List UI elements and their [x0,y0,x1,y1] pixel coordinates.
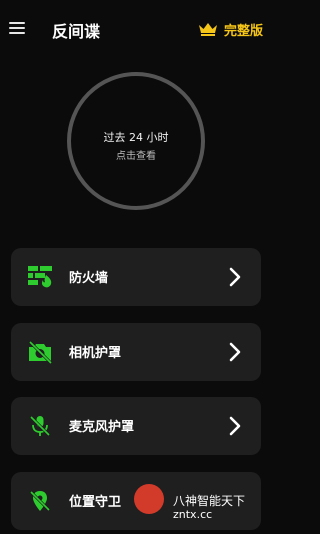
crown-icon [198,23,217,36]
firewall-icon [28,266,52,288]
watermark-url: zntx.cc [173,508,213,521]
menu-icon[interactable] [9,22,25,34]
watermark-logo [127,477,171,521]
app-title: 反间谍 [52,22,101,41]
site-watermark: 八神智能天下 zntx.cc [127,477,266,534]
activity-summary-circle[interactable]: 过去 24 小时 点击查看 [67,72,205,210]
summary-hint: 点击查看 [116,151,156,162]
firewall-label: 防火墙 [69,271,109,286]
chevron-right-icon [229,342,241,362]
camera-shield-label: 相机护罩 [69,346,122,361]
chevron-right-icon [229,416,241,436]
camera-off-icon [28,340,53,364]
premium-button[interactable]: 完整版 [198,18,263,40]
camera-shield-card[interactable]: 相机护罩 [11,323,261,381]
chevron-right-icon [229,267,241,287]
mic-off-icon [29,415,51,437]
watermark-text: 八神智能天下 [173,494,246,508]
firewall-card[interactable]: 防火墙 [11,248,261,306]
microphone-shield-label: 麦克风护罩 [69,420,135,435]
summary-period: 过去 24 小时 [103,131,169,144]
location-guard-label: 位置守卫 [69,495,122,510]
app-header: 反间谍 完整版 [0,0,273,56]
microphone-shield-card[interactable]: 麦克风护罩 [11,397,261,455]
premium-label: 完整版 [223,23,263,39]
location-off-icon [29,490,51,512]
